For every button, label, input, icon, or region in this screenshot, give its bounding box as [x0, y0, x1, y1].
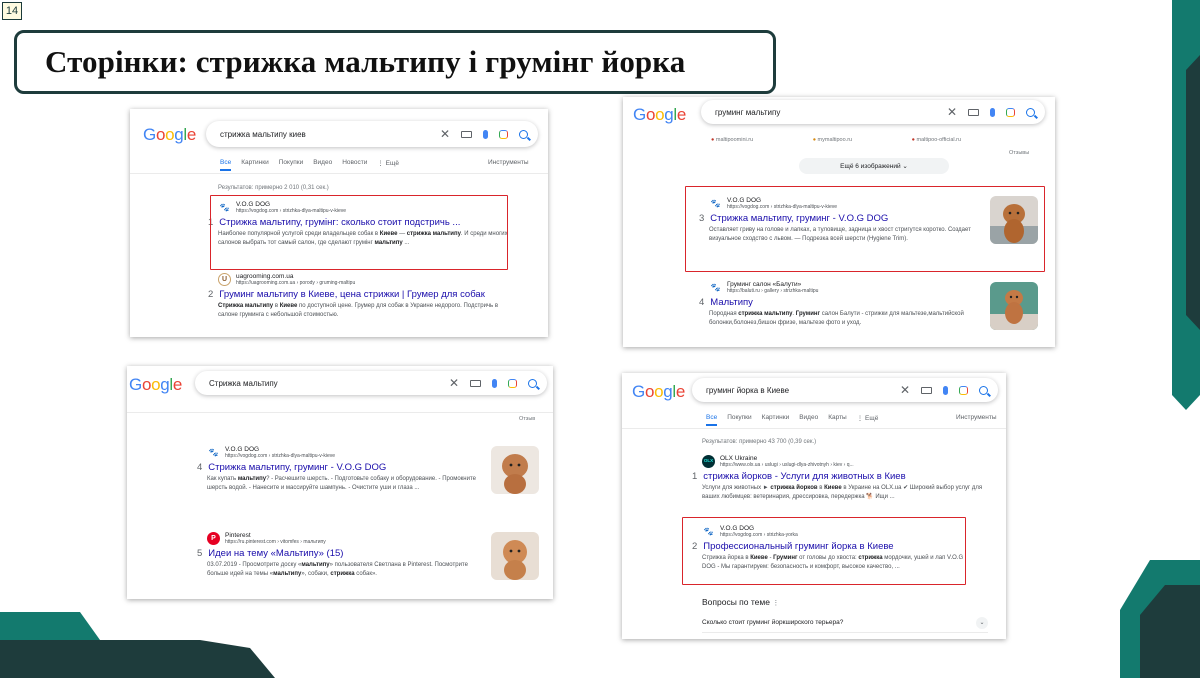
google-logo: Google [633, 105, 687, 124]
result-link[interactable]: Идеи на тему «Мальтипу» (15) [208, 548, 343, 559]
feedback-link[interactable]: Отзывы [1009, 150, 1029, 156]
search-tabs: Все Картинки Покупки Видео Новости ⋮ Ещё [220, 159, 399, 171]
lens-icon[interactable] [508, 378, 517, 388]
search-tabs: Все Покупки Картинки Видео Карты ⋮ Ещё [706, 414, 878, 426]
result-link[interactable]: Груминг мальтипу в Киеве, цена стрижки |… [219, 289, 485, 300]
lens-icon[interactable] [499, 129, 508, 139]
search-query: стрижка мальтипу киев [220, 129, 306, 139]
paw-icon: 🐾 [710, 282, 721, 292]
tab-more[interactable]: ⋮ Ещё [377, 159, 399, 171]
search-result: Uuagrooming.com.ua https://uagrooming.com… [208, 273, 499, 318]
more-images-button[interactable]: Ещё 6 изображений ⌄ [799, 158, 949, 174]
search-icon[interactable] [979, 385, 988, 395]
slide-title: Сторінки: стрижка мальтипу і грумінг йор… [45, 44, 686, 79]
search-query: груминг мальтипу [715, 107, 781, 117]
tab-all[interactable]: Все [706, 414, 718, 426]
google-logo: Google [632, 382, 686, 401]
search-result: P Pinterest https://ru.pinterest.com › vit… [197, 532, 468, 577]
keyboard-icon[interactable] [968, 108, 979, 116]
tab-maps[interactable]: Карты [828, 414, 847, 426]
google-logo: Google [129, 375, 183, 394]
google-logo: Google [143, 125, 197, 144]
result-link[interactable]: Мальтипу [710, 297, 753, 308]
result-link[interactable]: стрижка йорков - Услуги для животных в К… [703, 471, 905, 482]
clear-icon[interactable]: ✕ [449, 376, 459, 390]
tab-more[interactable]: ⋮ Ещё [857, 414, 879, 426]
tab-images[interactable]: Картинки [241, 159, 269, 171]
related-question[interactable]: Сколько стоит груминг йоркширского терье… [702, 617, 988, 633]
search-query: Стрижка мальтипу [209, 378, 278, 388]
highlight-box [682, 517, 966, 585]
chevron-down-icon[interactable]: ⌄ [976, 617, 988, 629]
tab-video[interactable]: Видео [799, 414, 818, 426]
slide-number: 14 [2, 2, 22, 20]
results-stats: Результатов: примерно 2 010 (0,31 сек.) [218, 185, 329, 191]
search-input[interactable]: груминг йорка в Киеве ✕ [692, 378, 998, 402]
microphone-icon[interactable] [483, 129, 488, 139]
highlight-box [685, 186, 1045, 272]
results-stats: Результатов: примерно 43 700 (0,39 сек.) [702, 439, 817, 445]
tab-video[interactable]: Видео [313, 159, 332, 171]
dog-photo [491, 532, 539, 580]
pinterest-icon: P [207, 532, 220, 546]
dog-photo [990, 282, 1038, 330]
tab-news[interactable]: Новости [342, 159, 367, 171]
screenshot-4: Google груминг йорка в Киеве ✕ Все Покуп… [622, 373, 1006, 639]
screenshot-3: Google Стрижка мальтипу ✕ Отзыв 🐾 V.O.G D… [127, 366, 553, 599]
tab-all[interactable]: Все [220, 159, 232, 171]
search-result: OLX OLX Ukraine https://www.olx.ua › uslug… [692, 455, 983, 500]
slide: 14 Сторінки: стрижка мальтипу і грумінг … [0, 0, 1200, 678]
microphone-icon[interactable] [492, 378, 497, 388]
ua-logo-icon: U [218, 273, 231, 287]
search-result: 🐾 V.O.G DOG https://vogdog.com › strizhka-… [197, 446, 476, 491]
search-icon[interactable] [519, 129, 528, 139]
tab-shopping[interactable]: Покупки [727, 414, 751, 426]
olx-icon: OLX [702, 455, 715, 469]
search-input[interactable]: груминг мальтипу ✕ [701, 100, 1045, 124]
tab-shopping[interactable]: Покупки [279, 159, 303, 171]
clear-icon[interactable]: ✕ [900, 383, 910, 397]
highlight-box [210, 195, 508, 270]
clear-icon[interactable]: ✕ [440, 127, 450, 141]
lens-icon[interactable] [1006, 107, 1015, 117]
keyboard-icon[interactable] [461, 130, 472, 138]
paw-icon: 🐾 [208, 447, 219, 457]
clear-icon[interactable]: ✕ [947, 105, 957, 119]
keyboard-icon[interactable] [470, 379, 481, 387]
search-result: 🐾 Груминг салон «Балути» https://baluti.ru… [699, 281, 964, 326]
result-link[interactable]: Стрижка мальтипу, груминг - V.O.G DOG [208, 462, 386, 473]
dog-photo [491, 446, 539, 494]
microphone-icon[interactable] [990, 107, 995, 117]
microphone-icon[interactable] [943, 385, 948, 395]
related-questions-heading: Вопросы по теме ⋮ [702, 597, 780, 607]
search-icon[interactable] [1026, 107, 1035, 117]
tools-button[interactable]: Инструменты [956, 414, 997, 421]
tools-button[interactable]: Инструменты [488, 159, 529, 166]
image-source-sites: ● maltipoomini.ru ● mymaltipoo.ru ● malt… [711, 137, 962, 143]
tab-images[interactable]: Картинки [762, 414, 790, 426]
search-input[interactable]: Стрижка мальтипу ✕ [195, 371, 547, 395]
search-query: груминг йорка в Киеве [706, 385, 790, 395]
search-icon[interactable] [528, 378, 537, 388]
lens-icon[interactable] [959, 385, 968, 395]
screenshot-1: Google стрижка мальтипу киев ✕ Все Карти… [130, 109, 548, 337]
feedback-link[interactable]: Отзыв [519, 416, 535, 422]
title-box: Сторінки: стрижка мальтипу і грумінг йор… [14, 30, 776, 94]
keyboard-icon[interactable] [921, 386, 932, 394]
search-input[interactable]: стрижка мальтипу киев ✕ [206, 121, 538, 147]
screenshot-2: Google груминг мальтипу ✕ ● maltipoomini… [623, 97, 1055, 347]
